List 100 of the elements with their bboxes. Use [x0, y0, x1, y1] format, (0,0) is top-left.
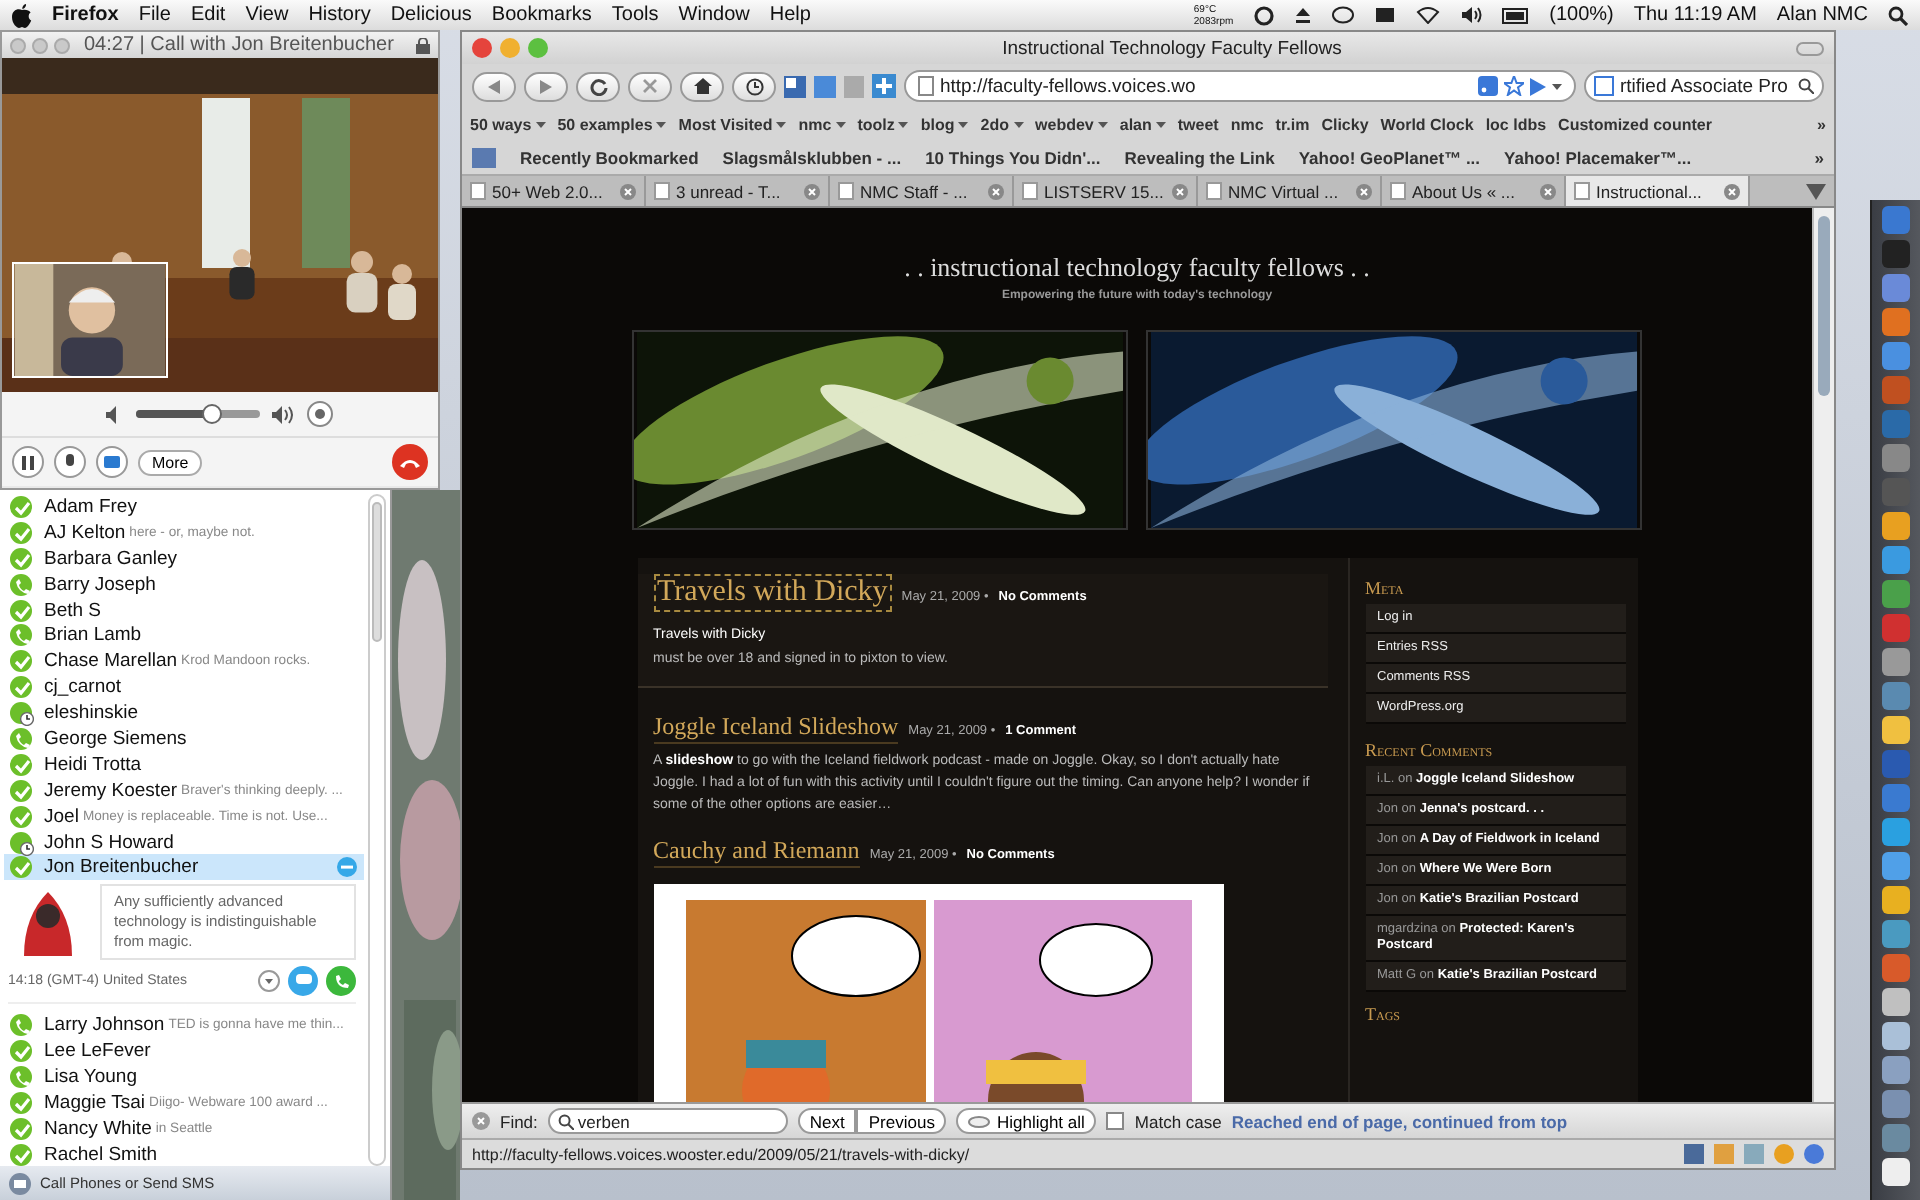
caret-icon[interactable] — [958, 121, 969, 127]
bookmark-folder[interactable]: Recently Bookmarked — [520, 147, 699, 167]
wifi-icon[interactable] — [1415, 6, 1440, 24]
bookmark-link[interactable]: tr.im — [1275, 115, 1310, 133]
bookmark-link[interactable]: Customized counter — [1558, 115, 1712, 133]
bookmark-folder[interactable]: Most Visited — [678, 115, 787, 133]
more-bookmarks-button[interactable]: » — [1814, 147, 1824, 167]
menu-item[interactable]: Edit — [190, 4, 226, 26]
bookmark-link[interactable]: loc ldbs — [1485, 115, 1547, 133]
post-title-link[interactable]: Joggle Iceland Slideshow — [653, 712, 899, 744]
caret-icon[interactable] — [656, 121, 667, 127]
scrollbar[interactable] — [368, 494, 386, 1166]
contact-row[interactable]: Barbara Ganley — [4, 545, 364, 572]
close-tab-icon[interactable] — [1724, 183, 1740, 199]
contact-row[interactable]: Barry Joseph — [4, 571, 364, 598]
bookmark-folder[interactable]: blog — [920, 115, 969, 133]
user-menu[interactable]: Alan NMC — [1776, 4, 1868, 26]
caret-icon[interactable] — [535, 121, 546, 127]
caret-icon[interactable] — [1097, 121, 1108, 127]
add-icon[interactable] — [872, 74, 896, 98]
app-icon[interactable] — [1882, 852, 1910, 880]
contact-row[interactable]: George Siemens — [4, 726, 364, 752]
caret-icon[interactable] — [1155, 121, 1166, 127]
address-field[interactable]: http://faculty-fellows.voices.wo — [904, 70, 1576, 102]
bookmark-link[interactable]: World Clock — [1380, 115, 1474, 133]
minimize-button[interactable] — [32, 37, 48, 53]
app-icon[interactable] — [1882, 818, 1910, 846]
tab-list-icon[interactable] — [1806, 183, 1826, 199]
bookmark-folder[interactable]: 2do — [980, 115, 1024, 133]
scrollbar[interactable] — [1812, 208, 1834, 1102]
reload-button[interactable] — [576, 71, 620, 101]
menu-item[interactable]: Tools — [611, 4, 659, 26]
volume-slider[interactable] — [136, 410, 260, 418]
apple-icon[interactable] — [12, 3, 32, 27]
toolbar-icon[interactable] — [814, 75, 836, 97]
bookmark-link[interactable]: Yahoo! Placemaker™... — [1504, 147, 1692, 167]
bookmark-folder[interactable]: 50 examples — [557, 115, 667, 133]
search-icon[interactable] — [1798, 78, 1814, 94]
bookmark-link[interactable]: Slagsmålsklubben - ... — [722, 147, 902, 167]
browser-tab[interactable]: NMC Staff - ... — [830, 176, 1014, 206]
bookmark-folder[interactable]: alan — [1119, 115, 1166, 133]
menu-item[interactable]: View — [245, 4, 289, 26]
end-call-button[interactable] — [392, 444, 428, 480]
next-button[interactable]: Next — [797, 1108, 857, 1134]
app-icon[interactable] — [1882, 988, 1910, 1016]
close-tab-icon[interactable] — [1356, 183, 1372, 199]
contact-row[interactable]: John S Howard — [4, 829, 364, 855]
bookmark-link[interactable]: Clicky — [1321, 115, 1369, 133]
close-tab-icon[interactable] — [620, 183, 636, 199]
menu-item[interactable]: Help — [769, 4, 811, 26]
volume-icon[interactable] — [1459, 6, 1482, 24]
toolbar-icon[interactable] — [784, 75, 806, 97]
zoom-button[interactable] — [54, 37, 70, 53]
app-icon[interactable] — [1882, 1022, 1910, 1050]
contact-row[interactable]: Adam Frey — [4, 494, 364, 520]
feed-icon[interactable] — [1478, 76, 1498, 96]
contact-row[interactable]: Jon Breitenbucher — [4, 854, 364, 881]
contact-row[interactable]: Brian Lamb — [4, 622, 364, 649]
go-icon[interactable] — [1530, 77, 1546, 95]
caret-icon[interactable] — [1013, 121, 1024, 127]
browser-tab[interactable]: About Us « ... — [1382, 176, 1566, 206]
caret-icon[interactable] — [776, 121, 787, 127]
bookmark-folder[interactable]: 50 ways — [470, 115, 546, 133]
menu-item[interactable]: Delicious — [390, 4, 472, 26]
battery-icon[interactable] — [1501, 7, 1530, 23]
search-icon[interactable] — [1888, 5, 1908, 25]
previous-button[interactable]: Previous — [856, 1108, 947, 1134]
bookmark-link[interactable]: nmc — [1230, 115, 1264, 133]
zoom-button[interactable] — [528, 38, 548, 58]
post-title-link[interactable]: Cauchy and Riemann — [653, 836, 860, 868]
app-icon[interactable] — [1882, 886, 1910, 914]
contact-row[interactable]: Heidi Trotta — [4, 751, 364, 778]
caret-icon[interactable] — [835, 121, 846, 127]
video-button[interactable] — [96, 446, 128, 478]
app-icon[interactable] — [1882, 648, 1910, 676]
app-icon[interactable] — [1882, 512, 1910, 540]
toolbar-toggle-button[interactable] — [1796, 41, 1824, 55]
dropdown-icon[interactable] — [258, 970, 280, 993]
browser-tab[interactable]: LISTSERV 15... — [1014, 176, 1198, 206]
caret-icon[interactable] — [1552, 83, 1562, 89]
browser-tab[interactable]: 50+ Web 2.0... — [462, 176, 646, 206]
contact-row[interactable]: Rachel Smith — [4, 1141, 364, 1166]
menu-item[interactable]: History — [308, 4, 371, 26]
browser-tab[interactable]: Instructional... — [1566, 176, 1750, 206]
chat-button[interactable] — [288, 966, 318, 997]
more-bookmarks-button[interactable]: » — [1817, 115, 1826, 133]
contact-row[interactable]: eleshinskie — [4, 700, 364, 727]
menu-item[interactable]: Bookmarks — [491, 4, 592, 26]
contact-row[interactable]: Beth S — [4, 597, 364, 623]
call-button[interactable] — [326, 966, 356, 997]
status-icon[interactable] — [1804, 1144, 1824, 1164]
home-button[interactable] — [680, 71, 724, 101]
clock[interactable]: Thu 11:19 AM — [1633, 4, 1757, 26]
menu-item[interactable]: File — [138, 4, 171, 26]
bookmark-folder[interactable]: nmc — [798, 115, 846, 133]
close-button[interactable] — [10, 37, 26, 53]
contact-row[interactable]: Lisa Young — [4, 1064, 364, 1091]
star-icon[interactable] — [1504, 76, 1524, 96]
close-tab-icon[interactable] — [1172, 183, 1188, 199]
browser-tab[interactable]: 3 unread - T... — [646, 176, 830, 206]
